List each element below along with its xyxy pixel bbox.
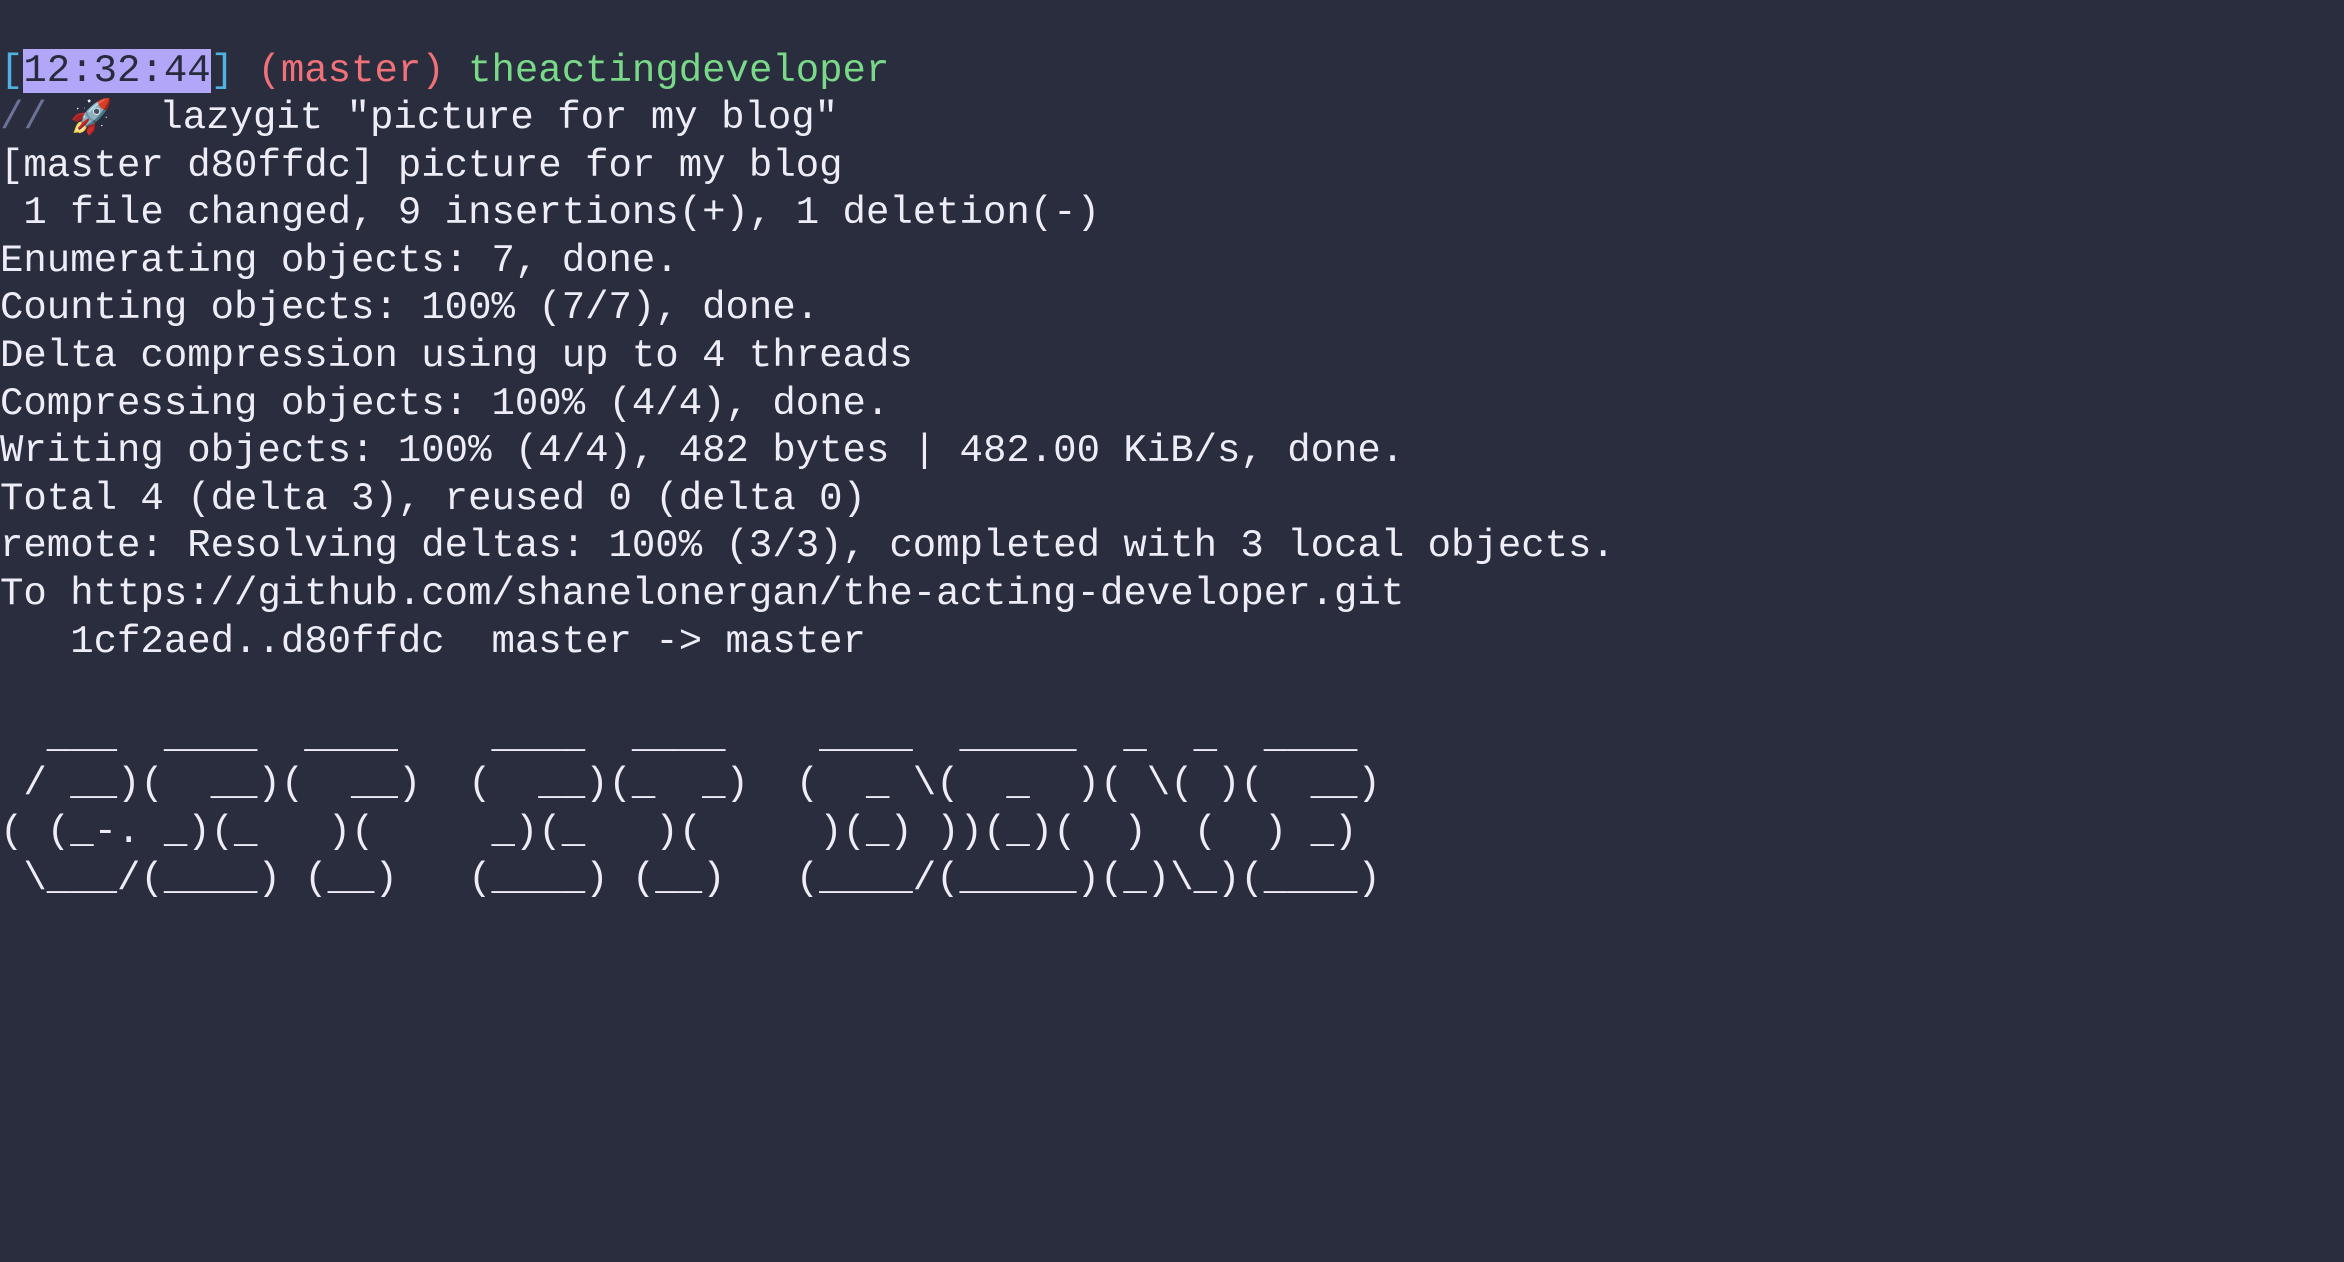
output-line: remote: Resolving deltas: 100% (3/3), co… [0, 524, 1615, 568]
ascii-art-line: ___ ____ ____ ____ ____ ____ _____ _ _ _… [0, 715, 1381, 759]
ascii-art-line: ( (_-. _)(_ )( _)(_ )( )(_) ))(_)( ) ( )… [0, 810, 1381, 854]
output-line: Writing objects: 100% (4/4), 482 bytes |… [0, 429, 1404, 473]
rocket-icon: 🚀 [70, 101, 112, 139]
output-line: Enumerating objects: 7, done. [0, 239, 679, 283]
prompt-folder: theactingdeveloper [468, 49, 889, 93]
command-line[interactable]: // 🚀 lazygit "picture for my blog" [0, 96, 838, 140]
output-line: Counting objects: 100% (7/7), done. [0, 286, 819, 330]
output-line: Delta compression using up to 4 threads [0, 334, 913, 378]
output-line: 1 file changed, 9 insertions(+), 1 delet… [0, 191, 1100, 235]
prompt-line: [12:32:44] (master) theactingdeveloper [0, 49, 889, 93]
terminal-viewport[interactable]: [12:32:44] (master) theactingdeveloper /… [0, 0, 2344, 904]
prompt-slashes: // [0, 96, 47, 140]
output-line: [master d80ffdc] picture for my blog [0, 144, 843, 188]
ascii-art-line: \___/(____) (__) (____) (__) (____/(____… [0, 857, 1381, 901]
ascii-art-line: / __)( __)( __) ( __)(_ _) ( _ \( _ )( \… [0, 762, 1381, 806]
prompt-time: 12:32:44 [23, 49, 210, 93]
command-text: lazygit "picture for my blog" [136, 96, 838, 140]
prompt-close-bracket: ] [211, 49, 234, 93]
output-line: To https://github.com/shanelonergan/the-… [0, 572, 1404, 616]
prompt-branch: (master) [257, 49, 444, 93]
output-line: Total 4 (delta 3), reused 0 (delta 0) [0, 477, 866, 521]
output-line: Compressing objects: 100% (4/4), done. [0, 382, 889, 426]
prompt-open-bracket: [ [0, 49, 23, 93]
output-line: 1cf2aed..d80ffdc master -> master [0, 620, 866, 664]
